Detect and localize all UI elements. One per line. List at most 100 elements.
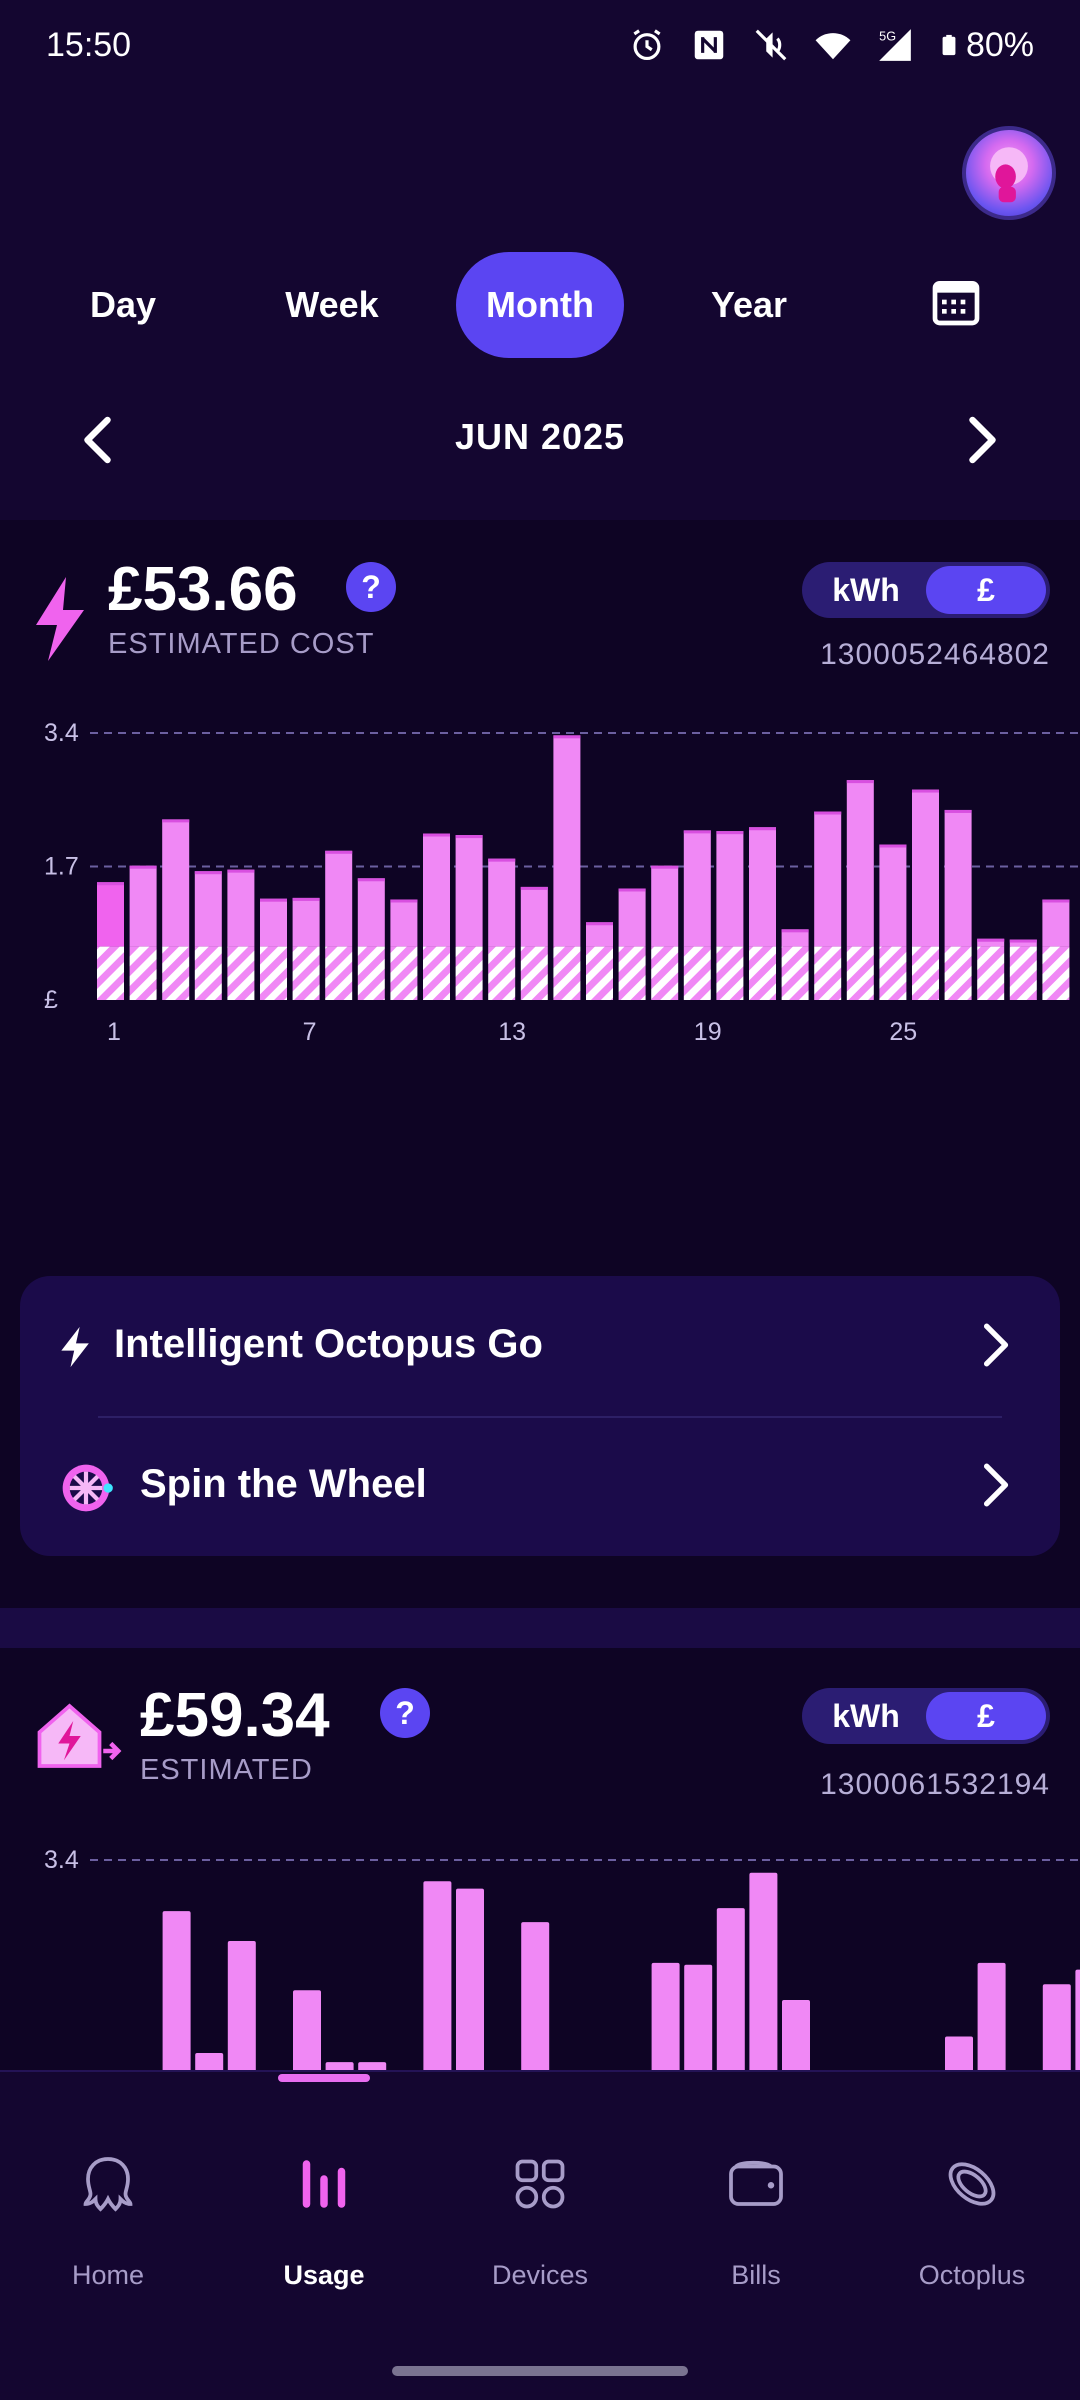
usage-bar[interactable] — [520, 886, 548, 947]
usage-bar[interactable] — [684, 1964, 713, 2070]
usage-bar[interactable] — [293, 1990, 321, 2070]
usage-bar-cap — [879, 844, 907, 848]
links-card: Intelligent Octopus Go Spin the Wheel — [20, 1276, 1060, 1556]
usage-bar[interactable] — [162, 1911, 191, 2070]
usage-bar[interactable] — [586, 922, 613, 947]
standing-charge-bar — [129, 946, 157, 1000]
svg-text:5G: 5G — [879, 29, 896, 43]
usage-bar[interactable] — [977, 1962, 1006, 2070]
usage-bar[interactable] — [227, 1940, 256, 2070]
nav-bills[interactable]: Bills — [648, 2072, 864, 2290]
calendar-icon[interactable] — [928, 274, 984, 330]
usage-bar-cap — [944, 809, 972, 813]
gas-unit-kwh[interactable]: kWh — [806, 1692, 926, 1740]
gas-meter-id: 1300061532194 — [820, 1768, 1050, 1801]
electricity-help-button[interactable]: ? — [346, 562, 396, 612]
usage-bar[interactable] — [1075, 1969, 1080, 2070]
usage-bar[interactable] — [879, 844, 907, 947]
usage-bar[interactable] — [651, 865, 679, 947]
standing-charge-bar — [944, 946, 972, 1000]
x-tick-label: 7 — [303, 1018, 317, 1046]
usage-bar[interactable] — [227, 869, 255, 947]
usage-bar[interactable] — [358, 2062, 387, 2070]
usage-bar[interactable] — [912, 789, 939, 947]
usage-bar[interactable] — [423, 833, 450, 947]
usage-bar-cap — [977, 938, 1005, 942]
y-tick-label: 3.4 — [44, 719, 79, 747]
standing-charge-bar — [357, 946, 385, 1000]
usage-bar[interactable] — [292, 897, 320, 947]
usage-bar[interactable] — [97, 882, 124, 947]
usage-bar[interactable] — [716, 1908, 745, 2070]
usage-bar-cap — [1009, 939, 1037, 943]
nav-devices[interactable]: Devices — [432, 2072, 648, 2290]
usage-bar[interactable] — [814, 811, 842, 947]
electricity-unit-kwh[interactable]: kWh — [806, 566, 926, 614]
wallet-icon — [729, 2160, 783, 2206]
usage-bar-cap — [129, 865, 157, 869]
nav-home[interactable]: Home — [0, 2072, 216, 2290]
usage-bar[interactable] — [456, 1888, 484, 2070]
usage-bar[interactable] — [455, 835, 483, 947]
gas-section: £59.34 ? ESTIMATED kWh £ 1300061532194 3… — [0, 1648, 1080, 2070]
tab-month[interactable]: Month — [456, 252, 624, 358]
usage-bar[interactable] — [162, 819, 190, 947]
usage-bar[interactable] — [716, 831, 744, 947]
battery-icon — [942, 34, 956, 56]
tab-week[interactable]: Week — [250, 252, 414, 358]
usage-bar[interactable] — [423, 1881, 452, 2070]
usage-bar[interactable] — [195, 2052, 224, 2070]
usage-bar-cap — [683, 830, 711, 834]
usage-bar-cap — [553, 735, 581, 739]
standing-charge-bar — [390, 946, 418, 1000]
next-period-button[interactable] — [950, 410, 1010, 470]
scroll-indicator — [278, 2074, 370, 2082]
usage-bar[interactable] — [553, 735, 581, 947]
usage-bar[interactable] — [129, 865, 157, 947]
gas-help-button[interactable]: ? — [380, 1688, 430, 1738]
standing-charge-bar — [194, 946, 222, 1000]
chevron-right-icon — [983, 1463, 1009, 1507]
x-tick-label: 13 — [498, 1018, 526, 1046]
intelligent-octopus-go-link[interactable]: Intelligent Octopus Go — [20, 1276, 1060, 1416]
usage-bar[interactable] — [1042, 1984, 1071, 2070]
gas-cost: £59.34 — [140, 1681, 330, 1750]
usage-bar[interactable] — [1042, 899, 1070, 947]
usage-bar[interactable] — [325, 850, 353, 947]
usage-bar[interactable] — [782, 2000, 810, 2070]
usage-bar-cap — [423, 833, 450, 837]
usage-bar[interactable] — [521, 1922, 550, 2070]
usage-bar[interactable] — [618, 888, 646, 947]
usage-bar[interactable] — [749, 1872, 778, 2070]
gas-cost-subtitle: ESTIMATED — [140, 1754, 313, 1786]
usage-bar[interactable] — [945, 2036, 973, 2070]
standing-charge-bar — [1042, 946, 1070, 1000]
signal-icon: 5G — [879, 29, 911, 61]
usage-bar[interactable] — [749, 827, 776, 947]
nav-usage[interactable]: Usage — [216, 2072, 432, 2290]
tab-year[interactable]: Year — [670, 252, 828, 358]
tab-day[interactable]: Day — [48, 252, 198, 358]
usage-bar[interactable] — [194, 871, 222, 947]
nav-octoplus[interactable]: Octoplus — [864, 2072, 1080, 2290]
spin-the-wheel-link[interactable]: Spin the Wheel — [20, 1416, 1060, 1556]
usage-bar[interactable] — [651, 1962, 680, 2070]
usage-bar-cap — [651, 865, 679, 869]
nav-usage-label: Usage — [283, 2260, 365, 2290]
usage-bar[interactable] — [846, 780, 874, 947]
usage-bar[interactable] — [390, 899, 418, 947]
usage-bar[interactable] — [944, 809, 972, 947]
usage-bar[interactable] — [325, 2062, 354, 2070]
standing-charge-bar — [683, 946, 711, 1000]
electricity-unit-pound[interactable]: £ — [926, 566, 1046, 614]
usage-bar[interactable] — [683, 830, 711, 947]
octopus-icon — [83, 2157, 133, 2212]
usage-bar[interactable] — [357, 878, 385, 947]
gas-unit-toggle: kWh £ — [802, 1688, 1050, 1744]
gas-unit-pound[interactable]: £ — [926, 1692, 1046, 1740]
avatar[interactable] — [962, 126, 1056, 220]
usage-bar[interactable] — [488, 858, 516, 947]
usage-bar[interactable] — [260, 898, 287, 947]
period-label: JUN 2025 — [454, 416, 626, 457]
usage-bar-cap — [1042, 899, 1070, 903]
